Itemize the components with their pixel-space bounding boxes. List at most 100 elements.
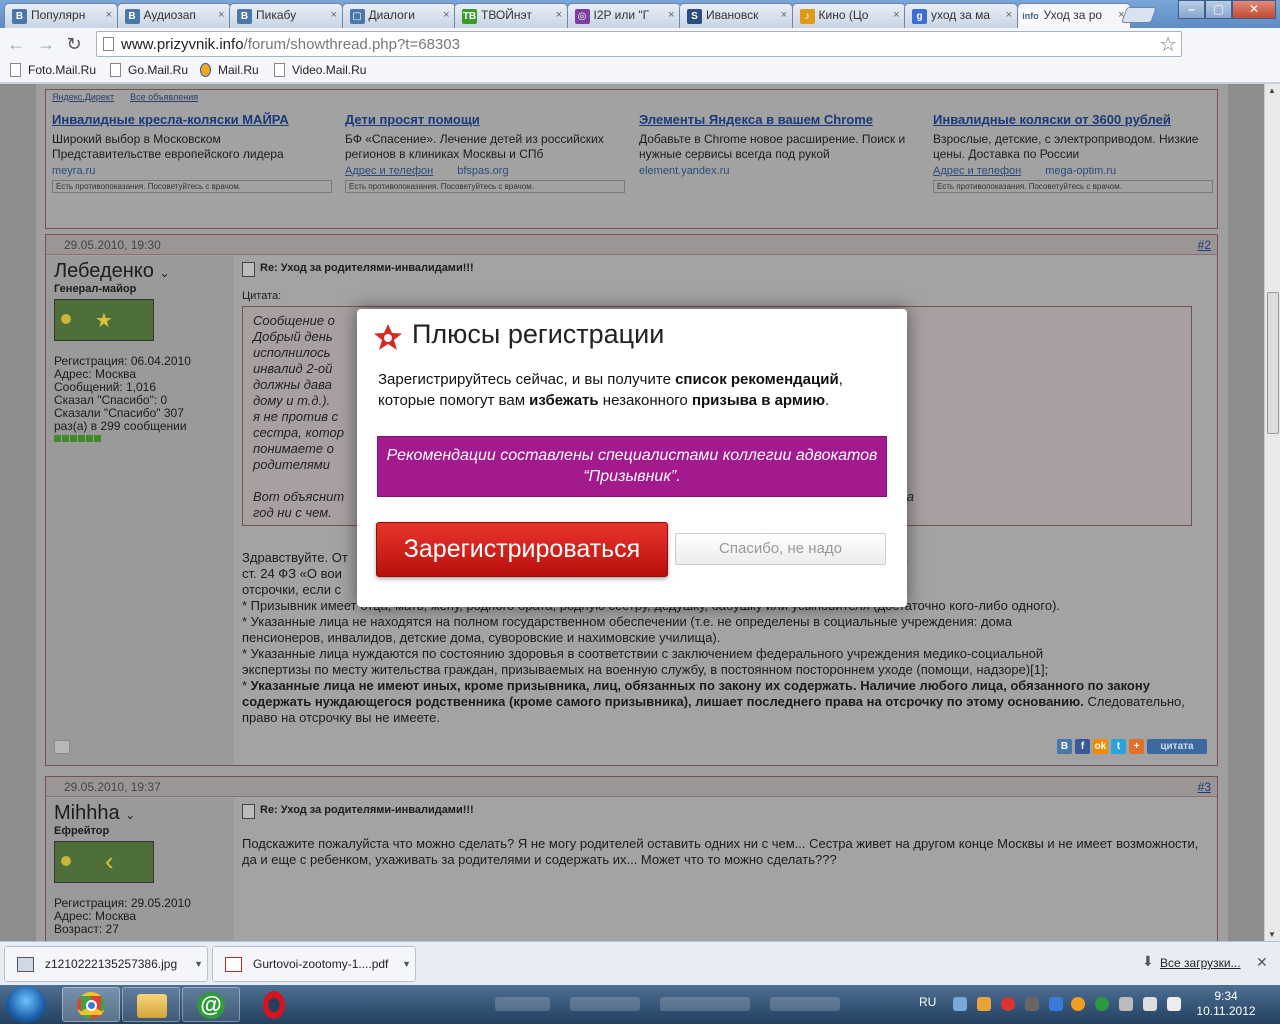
more-share-icon[interactable]: + [1129,739,1144,754]
browser-tab[interactable]: ▢ Диалоги × [341,3,456,28]
ad-text: БФ «Спасение». Лечение детей из российск… [345,132,604,161]
close-tab-icon[interactable]: × [331,4,337,27]
tab-label: уход за ма [931,8,991,22]
address-url[interactable]: www.prizyvnik.info/forum/showthread.php?… [121,36,460,53]
user-info: Регистрация: 06.04.2010 Адрес: Москва Со… [54,355,234,442]
tray-icon[interactable] [1119,997,1133,1011]
post-number-link[interactable]: #2 [1198,235,1211,255]
tray-icon[interactable] [1071,997,1085,1011]
username[interactable]: Лебеденко ⌄ [54,260,234,283]
post-number-link[interactable]: #3 [1198,777,1211,797]
ad-domain[interactable]: bfspas.org [457,165,508,177]
taskbar-opera[interactable] [245,987,303,1022]
ad-contact-link[interactable]: Адрес и телефон [345,165,433,177]
close-tab-icon[interactable]: × [781,4,787,27]
taskbar-mail-agent[interactable]: @ [182,987,240,1022]
page-icon [274,63,285,77]
report-post-icon[interactable] [54,740,70,754]
bookmark-label: Foto.Mail.Ru [28,63,97,77]
ad-title[interactable]: Элементы Яндекса в вашем Chrome [639,112,919,128]
reload-button[interactable]: ↻ [64,34,84,54]
odnoklassniki-share-icon[interactable]: ok [1093,739,1108,754]
tray-icon[interactable] [1049,997,1063,1011]
ad-title[interactable]: Инвалидные коляски от 3600 рублей [933,112,1213,128]
vertical-scrollbar[interactable]: ▲ ▼ [1264,84,1280,941]
bookmark-mail[interactable]: Mail.Ru [200,63,259,77]
taskbar-explorer[interactable] [122,987,180,1022]
browser-tab[interactable]: ♪ Кино (Цо × [791,3,906,28]
bookmark-foto-mail[interactable]: Foto.Mail.Ru [10,63,96,77]
browser-tab[interactable]: ТВ ТВОЙнэт × [454,3,568,28]
system-clock[interactable]: 9:34 10.11.2012 [1196,989,1256,1019]
signal-icon[interactable] [1143,997,1157,1011]
bookmark-go-mail[interactable]: Go.Mail.Ru [110,63,188,77]
chat-icon: ▢ [349,9,365,24]
tray-icon[interactable] [977,997,991,1011]
bookmark-video-mail[interactable]: Video.Mail.Ru [274,63,366,77]
browser-tab[interactable]: S Ивановск × [679,3,793,28]
scroll-up-icon[interactable]: ▲ [1268,86,1276,95]
close-tab-icon[interactable]: × [893,4,899,27]
chevron-down-icon[interactable]: ▼ [194,947,203,981]
ad-domain[interactable]: mega-optim.ru [1045,165,1116,177]
all-ads-link[interactable]: Все объявления [130,92,198,102]
browser-tab[interactable]: g уход за ма × [904,3,1018,28]
ad-site[interactable]: element.yandex.ru [639,165,919,177]
ad-site: Адрес и телефон bfspas.org [345,165,625,177]
all-downloads-link[interactable]: Все загрузки... [1160,956,1241,970]
facebook-share-icon[interactable]: f [1075,739,1090,754]
close-tab-icon[interactable]: × [556,4,562,27]
minimize-button[interactable]: – [1178,0,1205,19]
twitter-share-icon[interactable]: t [1111,739,1126,754]
decline-button[interactable]: Спасибо, не надо [675,533,886,565]
pdf-file-icon [225,957,242,972]
browser-tab[interactable]: info Уход за ро × [1016,3,1131,29]
tray-icon[interactable] [953,997,967,1011]
ad-title[interactable]: Дети просят помощи [345,112,625,128]
browser-tab[interactable]: ◎ I2P или "Г × [566,3,681,28]
browser-tab[interactable]: B Популярн × [4,3,118,28]
download-item[interactable]: z1210222135257386.jpg ▼ [4,946,208,982]
download-item[interactable]: Gurtovoi-zootomy-1....pdf ▼ [212,946,416,982]
start-button[interactable] [6,986,46,1023]
browser-tab[interactable]: B Пикабу × [229,3,343,28]
close-tab-icon[interactable]: × [1006,4,1012,27]
maximize-button[interactable]: ▢ [1205,0,1232,19]
username[interactable]: Mihhha ⌄ [54,802,234,825]
volume-icon[interactable] [1167,997,1181,1011]
close-tab-icon[interactable]: × [218,4,224,27]
tray-icon[interactable] [1001,997,1015,1011]
chevron-down-icon[interactable]: ⌄ [159,266,169,280]
chevron-down-icon[interactable]: ⌄ [125,808,135,822]
reputation-bar [54,435,102,442]
tray-icon[interactable] [1095,997,1109,1011]
new-tab-button[interactable] [1121,7,1157,23]
scroll-down-icon[interactable]: ▼ [1268,930,1276,939]
tray-icon[interactable] [1025,997,1039,1011]
chevron-down-icon[interactable]: ▼ [402,947,411,981]
address-bar[interactable]: www.prizyvnik.info/forum/showthread.php?… [96,31,1182,57]
scrollbar-thumb[interactable] [1267,292,1279,434]
close-tab-icon[interactable]: × [668,4,674,27]
blurred-item [660,997,750,1011]
close-window-button[interactable]: ✕ [1232,0,1276,19]
close-tab-icon[interactable]: × [106,4,112,27]
close-tab-icon[interactable]: × [443,4,449,27]
close-shelf-icon[interactable]: ✕ [1256,954,1268,971]
yandex-direct-link[interactable]: Яндекс.Директ [52,92,114,102]
back-button[interactable]: ← [6,34,26,54]
ad-title[interactable]: Инвалидные кресла-коляски МАЙРА [52,112,332,128]
forward-button[interactable]: → [36,34,56,54]
ad-contact-link[interactable]: Адрес и телефон [933,165,1021,177]
vk-icon: B [124,9,140,24]
download-shelf: z1210222135257386.jpg ▼ Gurtovoi-zootomy… [0,941,1280,985]
bookmarks-bar: Foto.Mail.Ru Go.Mail.Ru Mail.Ru Video.Ma… [0,60,1280,83]
register-button[interactable]: Зарегистрироваться [376,522,668,577]
browser-tab[interactable]: B Аудиозап × [116,3,231,28]
taskbar-chrome[interactable] [62,987,120,1022]
vk-share-icon[interactable]: B [1057,739,1072,754]
ad-site[interactable]: meyra.ru [52,165,332,177]
quote-button[interactable]: цитата [1147,739,1207,754]
language-indicator[interactable]: RU [919,995,936,1009]
bookmark-star-icon[interactable]: ☆ [1159,32,1177,57]
